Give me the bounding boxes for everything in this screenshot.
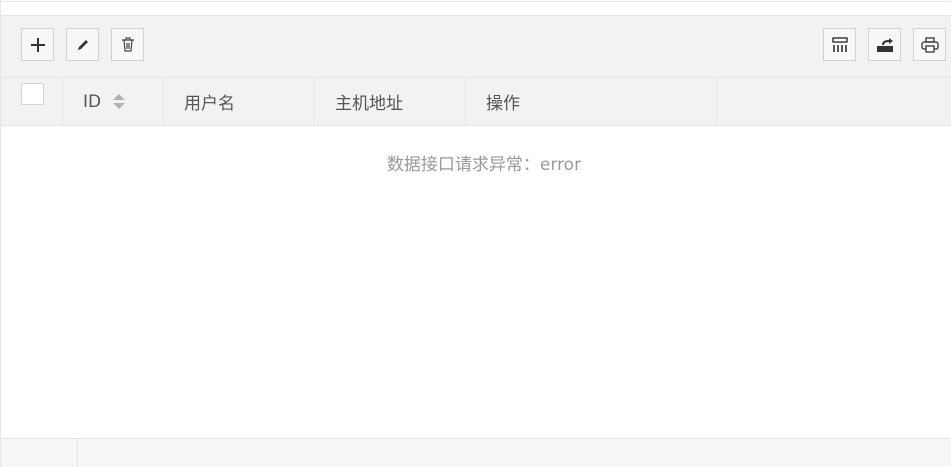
column-label: ID	[83, 91, 102, 112]
empty-state-message: 数据接口请求异常：error	[386, 155, 582, 175]
columns-icon	[831, 36, 848, 53]
print-button[interactable]	[913, 28, 946, 61]
pagination-area	[1, 439, 78, 467]
column-header-id[interactable]: ID	[63, 78, 164, 125]
select-all-checkbox[interactable]	[21, 83, 44, 105]
column-label: 操作	[486, 94, 520, 114]
column-header-host: 主机地址	[315, 78, 466, 125]
column-header-actions: 操作	[466, 78, 717, 125]
export-button[interactable]	[868, 28, 901, 61]
table-footer	[1, 438, 951, 467]
column-header-username: 用户名	[164, 78, 315, 125]
export-icon	[876, 37, 894, 53]
table-header: ID 用户名 主机地址 操作	[1, 78, 951, 126]
delete-button[interactable]	[111, 28, 144, 61]
pencil-icon	[76, 38, 90, 52]
trash-icon	[121, 37, 135, 52]
add-button[interactable]	[21, 28, 54, 61]
print-icon	[920, 36, 939, 53]
column-label: 主机地址	[335, 94, 403, 114]
column-label: 用户名	[184, 94, 235, 114]
edit-button[interactable]	[66, 28, 99, 61]
table-toolbar	[1, 15, 951, 78]
select-all-column	[1, 78, 63, 125]
sort-icon[interactable]	[113, 94, 126, 109]
top-divider	[0, 0, 951, 2]
columns-button[interactable]	[823, 28, 856, 61]
plus-icon	[30, 37, 46, 53]
